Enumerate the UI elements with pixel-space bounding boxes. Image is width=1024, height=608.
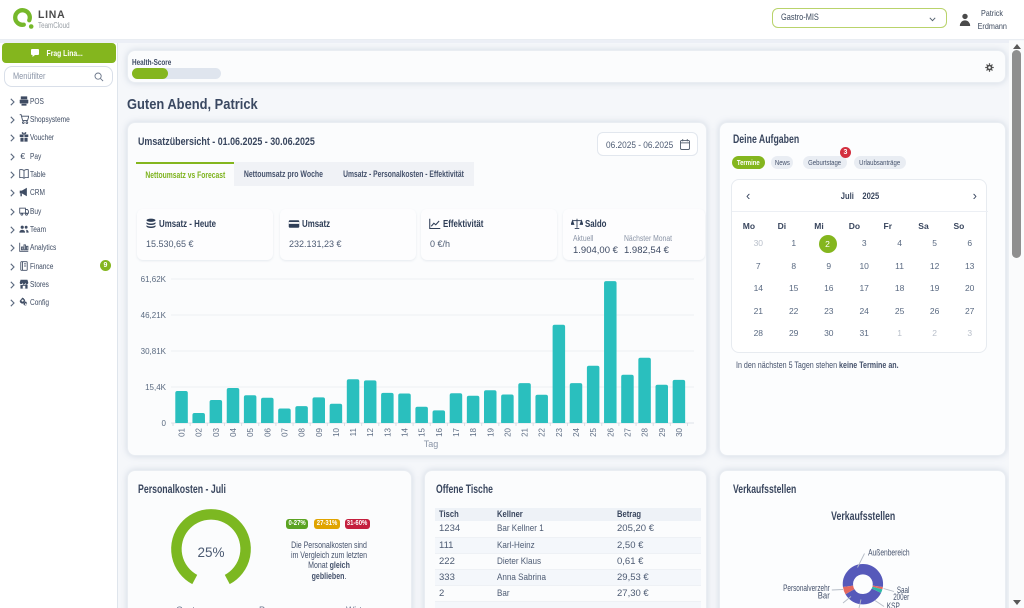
svg-text:19: 19	[486, 427, 495, 436]
svg-text:61,62K: 61,62K	[141, 275, 167, 284]
svg-text:02: 02	[195, 427, 204, 436]
svg-text:Bar: Bar	[818, 591, 830, 601]
svg-text:15,4K: 15,4K	[145, 383, 167, 392]
svg-text:12: 12	[366, 427, 375, 436]
svg-text:11: 11	[349, 427, 358, 436]
svg-text:30: 30	[675, 427, 684, 436]
svg-text:14: 14	[401, 427, 410, 436]
svg-text:08: 08	[298, 427, 307, 436]
svg-text:18: 18	[469, 427, 478, 436]
svg-text:17: 17	[452, 427, 461, 436]
svg-text:€: €	[20, 151, 25, 161]
svg-text:10: 10	[332, 427, 341, 436]
svg-text:25%: 25%	[197, 545, 224, 560]
svg-text:27: 27	[623, 427, 632, 436]
svg-text:09: 09	[315, 427, 324, 436]
svg-text:0: 0	[162, 419, 167, 428]
svg-text:46,21K: 46,21K	[141, 311, 167, 320]
svg-text:Tag: Tag	[424, 439, 439, 449]
svg-text:28: 28	[641, 427, 650, 436]
svg-text:24: 24	[572, 427, 581, 436]
svg-text:16: 16	[435, 427, 444, 436]
svg-text:07: 07	[280, 427, 289, 436]
svg-text:25: 25	[589, 427, 598, 436]
svg-text:21: 21	[521, 427, 530, 436]
svg-text:20: 20	[503, 427, 512, 436]
svg-text:22: 22	[538, 427, 547, 436]
svg-text:03: 03	[212, 427, 221, 436]
svg-text:KSP: KSP	[887, 601, 900, 608]
svg-text:30,81K: 30,81K	[141, 347, 167, 356]
svg-text:26: 26	[606, 427, 615, 436]
svg-text:13: 13	[383, 427, 392, 436]
svg-text:15: 15	[418, 427, 427, 436]
svg-text:Außenbereich: Außenbereich	[868, 548, 910, 558]
svg-text:05: 05	[246, 427, 255, 436]
svg-text:06: 06	[263, 427, 272, 436]
svg-text:04: 04	[229, 427, 238, 436]
svg-text:23: 23	[555, 427, 564, 436]
svg-text:01: 01	[178, 427, 187, 436]
svg-text:29: 29	[658, 427, 667, 436]
